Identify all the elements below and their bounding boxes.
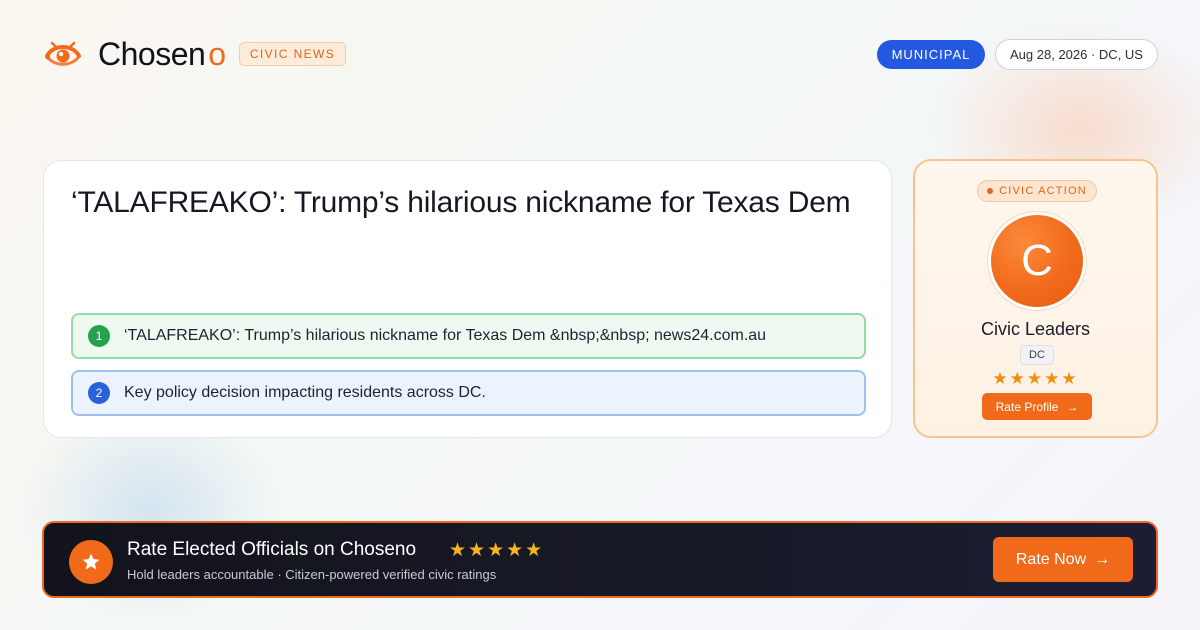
article-headline: ‘TALAFREAKO’: Trump’s hilarious nickname… xyxy=(71,186,851,219)
list-item[interactable]: 1 ‘TALAFREAKO’: Trump’s hilarious nickna… xyxy=(71,313,866,359)
civic-action-card: CIVIC ACTION C Civic Leaders DC ★★★★★ Ra… xyxy=(913,159,1158,438)
brand-logo[interactable]: Choseno xyxy=(44,36,226,72)
eye-logo-icon xyxy=(45,41,81,66)
rate-now-button[interactable]: Rate Now → xyxy=(993,537,1133,582)
item-text: Key policy decision impacting residents … xyxy=(124,384,486,401)
banner-subtitle: Hold leaders accountable · Citizen-power… xyxy=(127,567,497,582)
civic-action-label: CIVIC ACTION xyxy=(999,185,1087,197)
rate-officials-banner: Rate Elected Officials on Choseno ★★★★★ … xyxy=(42,521,1158,598)
rating-stars: ★★★★★ xyxy=(992,369,1079,388)
avatar[interactable]: C xyxy=(991,215,1083,307)
category-pill[interactable]: MUNICIPAL xyxy=(877,40,985,69)
rate-profile-label: Rate Profile xyxy=(995,399,1059,414)
banner-stars: ★★★★★ xyxy=(449,540,545,561)
list-item[interactable]: 2 Key policy decision impacting resident… xyxy=(71,370,866,416)
arrow-right-icon: → xyxy=(1094,550,1111,568)
rate-now-label: Rate Now xyxy=(1015,550,1087,568)
date-location-pill: Aug 28, 2026 · DC, US xyxy=(995,39,1158,70)
brand-name: Choseno xyxy=(98,35,226,72)
item-text: ‘TALAFREAKO’: Trump’s hilarious nickname… xyxy=(124,327,767,344)
civic-news-tag: CIVIC NEWS xyxy=(239,42,346,66)
item-number-badge: 2 xyxy=(88,382,110,404)
profile-name: Civic Leaders xyxy=(980,319,1091,339)
star-glyph-icon xyxy=(82,553,100,570)
arrow-right-icon: → xyxy=(1066,399,1079,414)
banner-title: Rate Elected Officials on Choseno xyxy=(127,539,417,560)
article-card: ‘TALAFREAKO’: Trump’s hilarious nickname… xyxy=(43,160,892,438)
location-badge: DC xyxy=(1020,345,1054,365)
civic-action-tag: CIVIC ACTION xyxy=(977,180,1097,202)
star-icon xyxy=(69,540,113,584)
dot-icon xyxy=(987,188,994,194)
rate-profile-button[interactable]: Rate Profile → xyxy=(982,393,1092,420)
avatar-ring: C xyxy=(987,211,1087,311)
item-number-badge: 1 xyxy=(88,325,110,347)
